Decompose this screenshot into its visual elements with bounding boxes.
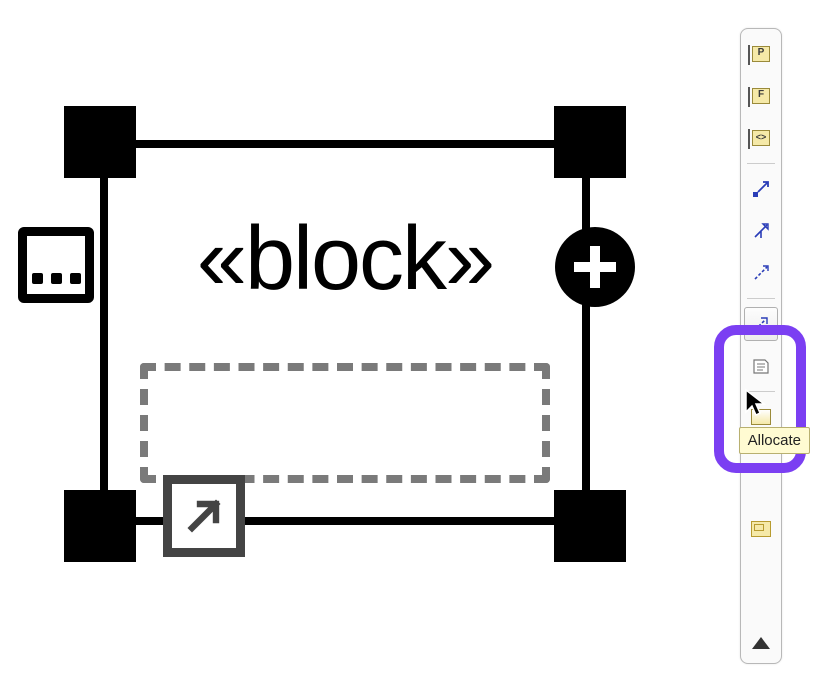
dot-icon (32, 273, 43, 284)
palette-tool-diagram[interactable] (744, 512, 778, 546)
dependency-arrow-icon (751, 263, 771, 283)
palette-scroll-up[interactable] (752, 637, 770, 649)
dot-icon (70, 273, 81, 284)
palette-separator (747, 163, 775, 164)
allocate-letter: A (765, 326, 772, 336)
selection-handle-bottom-right[interactable] (554, 490, 626, 562)
palette-separator (747, 391, 775, 392)
palette-tool-flag-p[interactable]: P (744, 37, 778, 71)
selection-handle-bottom-left[interactable] (64, 490, 136, 562)
association-arrow-icon (751, 179, 771, 199)
tooltip: Allocate (739, 427, 810, 454)
more-actions-button[interactable] (18, 227, 94, 303)
shortcut-indicator[interactable] (163, 475, 245, 557)
block-node[interactable]: «block» (100, 140, 590, 525)
selection-handle-top-right[interactable] (554, 106, 626, 178)
palette-separator (747, 298, 775, 299)
flag-f-icon: F (752, 88, 770, 104)
diagram-icon (751, 521, 771, 537)
palette-tool-association[interactable] (744, 172, 778, 206)
palette-tool-note[interactable] (744, 349, 778, 383)
palette-tool-generalization[interactable] (744, 214, 778, 248)
flag-brackets-icon: <> (752, 130, 770, 146)
generalization-arrow-icon (751, 221, 771, 241)
image-icon (751, 409, 771, 425)
block-stereotype-label: «block» (108, 208, 582, 311)
add-element-button[interactable] (555, 227, 635, 307)
palette-tool-flag-brackets[interactable]: <> (744, 121, 778, 155)
selection-handle-top-left[interactable] (64, 106, 136, 178)
palette-tool-dependency[interactable] (744, 256, 778, 290)
shortcut-arrow-icon (180, 492, 228, 540)
palette-tool-allocate[interactable]: A (744, 307, 778, 341)
flag-p-icon: P (752, 46, 770, 62)
palette-tool-flag-f[interactable]: F (744, 79, 778, 113)
note-icon (751, 356, 771, 376)
dot-icon (51, 273, 62, 284)
tool-palette: P F <> (740, 28, 782, 664)
allocate-icon: A (751, 314, 771, 334)
block-compartment-placeholder[interactable] (140, 363, 550, 483)
